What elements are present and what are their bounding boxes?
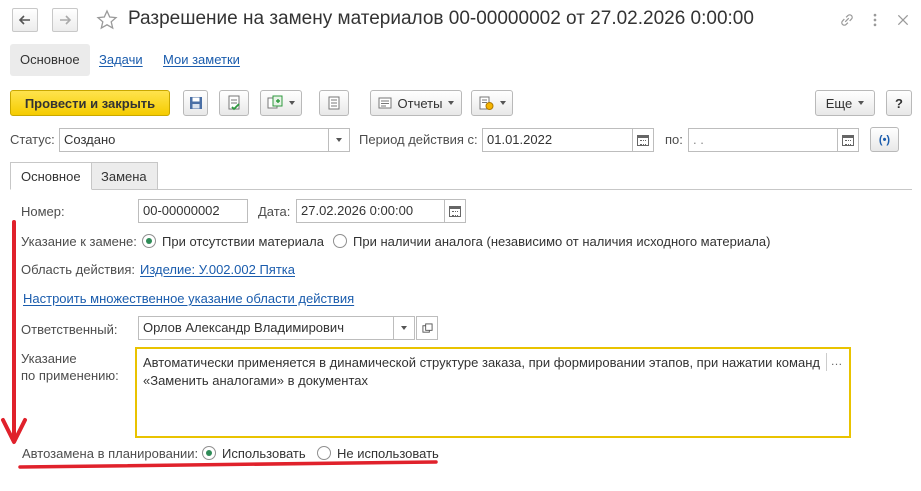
annotation-overlay (1, 220, 438, 469)
annotation-underline (18, 460, 438, 469)
tab-main[interactable]: Основное (10, 162, 92, 190)
